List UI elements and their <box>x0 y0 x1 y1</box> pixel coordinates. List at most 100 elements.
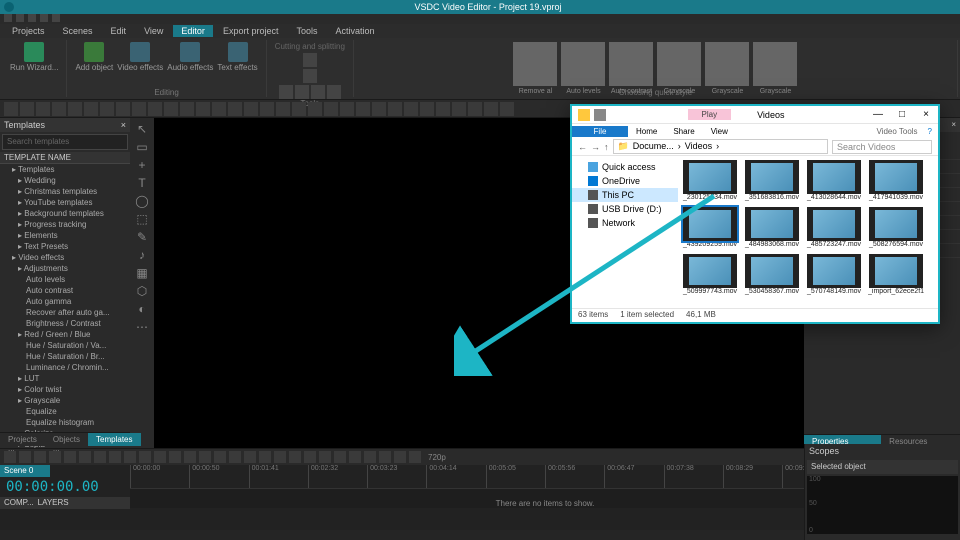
toolbar-button[interactable] <box>84 102 98 116</box>
toolbar-button[interactable] <box>132 102 146 116</box>
timeline-tool[interactable] <box>289 451 301 463</box>
timeline-tool[interactable] <box>409 451 421 463</box>
minimize-button[interactable]: — <box>866 109 890 120</box>
timeline-tool[interactable] <box>169 451 181 463</box>
tab-templates[interactable]: Templates <box>88 433 140 446</box>
timeline-tool[interactable] <box>304 451 316 463</box>
menu-scenes[interactable]: Scenes <box>55 25 101 37</box>
tree-item[interactable]: Brightness / Contrast <box>0 318 130 329</box>
tree-item[interactable]: ▸ Elements <box>0 230 130 241</box>
nav-up-icon[interactable]: ↑ <box>604 142 609 152</box>
toolbar-button[interactable] <box>484 102 498 116</box>
nav-network[interactable]: Network <box>572 216 678 230</box>
tree-item[interactable]: ▸ Templates <box>0 164 130 175</box>
file-item[interactable]: _417941039.mov <box>868 160 924 201</box>
style-thumb[interactable]: Grayscale <box>657 42 701 86</box>
add-object-button[interactable]: Add object <box>73 40 115 74</box>
tool-icon[interactable]: ◯ <box>135 194 149 206</box>
timeline-tool[interactable] <box>124 451 136 463</box>
nav-back-icon[interactable]: ← <box>578 142 587 152</box>
toolbar-button[interactable] <box>164 102 178 116</box>
toolbar-button[interactable] <box>4 102 18 116</box>
explorer-search[interactable]: Search Videos <box>832 140 932 154</box>
audio-effects-button[interactable]: Audio effects <box>165 40 215 74</box>
tab-projects[interactable]: Projects ... <box>0 433 45 446</box>
tree-item[interactable]: ▸ Video effects <box>0 252 130 263</box>
explorer-menu-home[interactable]: Home <box>628 126 665 137</box>
tree-item[interactable]: Recover after auto ga... <box>0 307 130 318</box>
tool-icon[interactable] <box>327 85 341 99</box>
tool-icon[interactable] <box>279 85 293 99</box>
timeline-tool[interactable] <box>19 451 31 463</box>
file-item[interactable]: _230125734.mov <box>682 160 738 201</box>
toolbar-button[interactable] <box>276 102 290 116</box>
toolbar-button[interactable] <box>100 102 114 116</box>
timeline-tool[interactable] <box>274 451 286 463</box>
close-button[interactable]: × <box>914 109 938 120</box>
tree-item[interactable]: Hue / Saturation / Br... <box>0 351 130 362</box>
tree-item[interactable]: ▸ Color twist <box>0 384 130 395</box>
timeline-tool[interactable] <box>94 451 106 463</box>
style-thumb[interactable]: Auto levels <box>561 42 605 86</box>
tool-icon[interactable]: ↖ <box>135 122 149 134</box>
track-comp[interactable]: COMP... <box>4 498 34 508</box>
track-layers[interactable]: LAYERS <box>38 498 69 508</box>
tree-item[interactable]: Auto levels <box>0 274 130 285</box>
menu-activation[interactable]: Activation <box>327 25 382 37</box>
scene-tab[interactable]: Scene 0 <box>0 465 50 477</box>
toolbar-button[interactable] <box>324 102 338 116</box>
menu-export-project[interactable]: Export project <box>215 25 287 37</box>
breadcrumb[interactable]: Docume... <box>633 141 674 152</box>
tree-item[interactable]: ▸ Text Presets <box>0 241 130 252</box>
file-explorer-window[interactable]: Play Videos — □ × FileHomeShareViewVideo… <box>570 104 940 324</box>
toolbar-button[interactable] <box>420 102 434 116</box>
tool-icon[interactable]: ♪ <box>135 248 149 260</box>
toolbar-button[interactable] <box>20 102 34 116</box>
toolbar-button[interactable] <box>212 102 226 116</box>
toolbar-button[interactable] <box>196 102 210 116</box>
menu-editor[interactable]: Editor <box>173 25 213 37</box>
toolbar-button[interactable] <box>404 102 418 116</box>
tool-icon[interactable]: ▭ <box>135 140 149 152</box>
timeline-tool[interactable] <box>139 451 151 463</box>
toolbar-button[interactable] <box>468 102 482 116</box>
nav-quick-access[interactable]: Quick access <box>572 160 678 174</box>
menu-tools[interactable]: Tools <box>288 25 325 37</box>
tree-item[interactable]: ▸ Red / Green / Blue <box>0 329 130 340</box>
file-item[interactable]: _509997743.mov <box>682 254 738 295</box>
tree-item[interactable]: Equalize histogram <box>0 417 130 428</box>
tool-icon[interactable]: ✎ <box>135 230 149 242</box>
toolbar-button[interactable] <box>52 102 66 116</box>
tool-icon[interactable]: ⬚ <box>135 212 149 224</box>
tree-item[interactable]: ▸ LUT <box>0 373 130 384</box>
tool-icon[interactable]: ▦ <box>135 266 149 278</box>
toolbar-button[interactable] <box>180 102 194 116</box>
timeline-tool[interactable] <box>79 451 91 463</box>
tool-icon[interactable] <box>303 53 317 67</box>
tree-item[interactable]: Hue / Saturation / Va... <box>0 340 130 351</box>
timeline-tool[interactable] <box>34 451 46 463</box>
explorer-menu-share[interactable]: Share <box>665 126 702 137</box>
panel-close-icon[interactable]: × <box>121 120 126 130</box>
timeline-tool[interactable] <box>199 451 211 463</box>
style-thumb[interactable]: Remove al <box>513 42 557 86</box>
file-item[interactable]: _508276594.mov <box>868 207 924 248</box>
toolbar-button[interactable] <box>308 102 322 116</box>
timeline-tool[interactable] <box>319 451 331 463</box>
explorer-menu-file[interactable]: File <box>572 126 628 137</box>
nav-usb-drive-(d:)[interactable]: USB Drive (D:) <box>572 202 678 216</box>
tree-item[interactable]: ▸ Adjustments <box>0 263 130 274</box>
tree-item[interactable]: Auto gamma <box>0 296 130 307</box>
resolution-selector[interactable]: 720p <box>424 453 450 462</box>
timeline-tool[interactable] <box>229 451 241 463</box>
help-icon[interactable]: ? <box>922 127 938 136</box>
toolbar-button[interactable] <box>388 102 402 116</box>
tree-item[interactable]: Auto contrast <box>0 285 130 296</box>
scopes-selector[interactable]: Selected object <box>807 460 958 474</box>
breadcrumb[interactable]: Videos <box>685 141 712 152</box>
file-item[interactable]: _439209259.mov <box>682 207 738 248</box>
timeline-tool[interactable] <box>364 451 376 463</box>
tool-icon[interactable] <box>311 85 325 99</box>
video-effects-button[interactable]: Video effects <box>115 40 165 74</box>
tool-icon[interactable]: T <box>135 176 149 188</box>
